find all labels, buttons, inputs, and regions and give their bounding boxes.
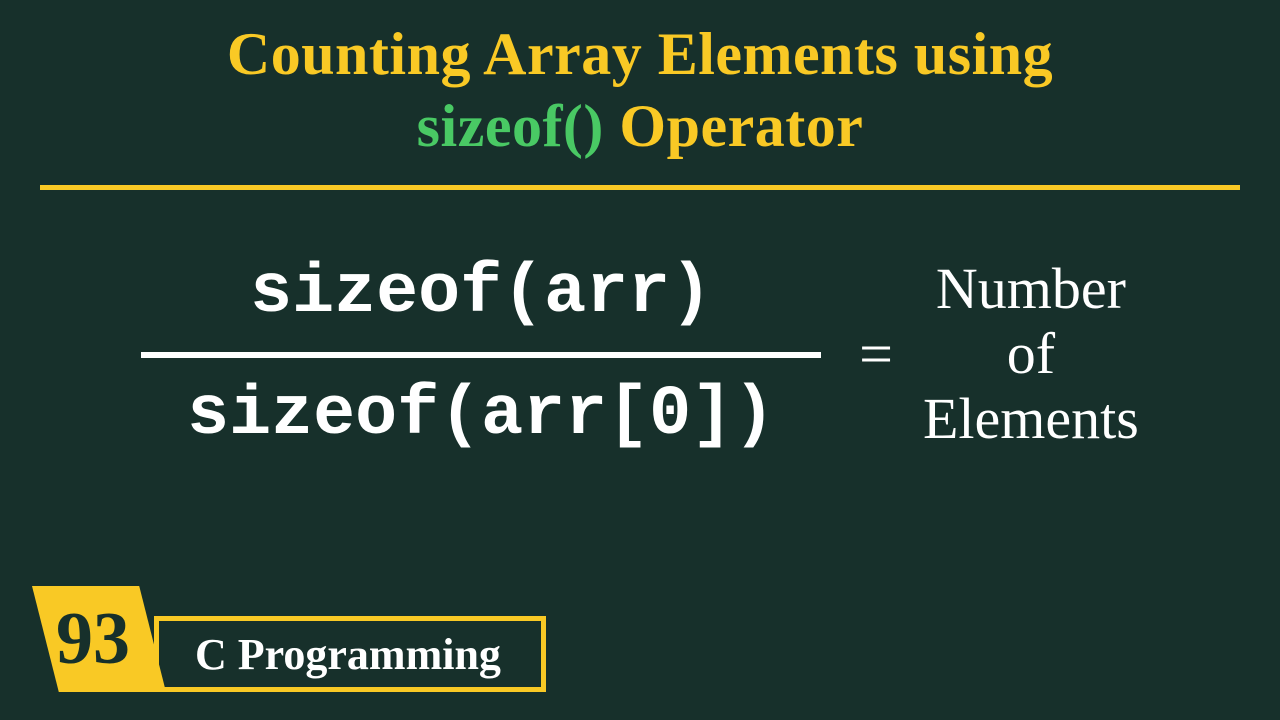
- denominator: sizeof(arr[0]): [187, 372, 775, 460]
- title-line1: Counting Array Elements using: [227, 21, 1053, 87]
- formula: sizeof(arr) sizeof(arr[0]) = Number of E…: [0, 250, 1280, 459]
- fraction: sizeof(arr) sizeof(arr[0]): [141, 250, 821, 459]
- equals-sign: =: [859, 320, 893, 389]
- result-line2: of: [923, 322, 1139, 387]
- slide-title: Counting Array Elements using sizeof() O…: [0, 18, 1280, 162]
- result-line1: Number: [923, 257, 1139, 322]
- lesson-tag: 93 C Programming: [32, 586, 546, 692]
- title-line2-suffix: Operator: [604, 93, 863, 159]
- lesson-number-badge: 93: [32, 586, 166, 692]
- title-highlight: sizeof(): [417, 93, 604, 159]
- slide: Counting Array Elements using sizeof() O…: [0, 0, 1280, 720]
- course-name-badge: C Programming: [154, 616, 546, 692]
- result-line3: Elements: [923, 387, 1139, 452]
- title-underline: [40, 185, 1240, 190]
- result-text: Number of Elements: [923, 257, 1139, 452]
- numerator: sizeof(arr): [250, 250, 712, 338]
- fraction-bar: [141, 352, 821, 358]
